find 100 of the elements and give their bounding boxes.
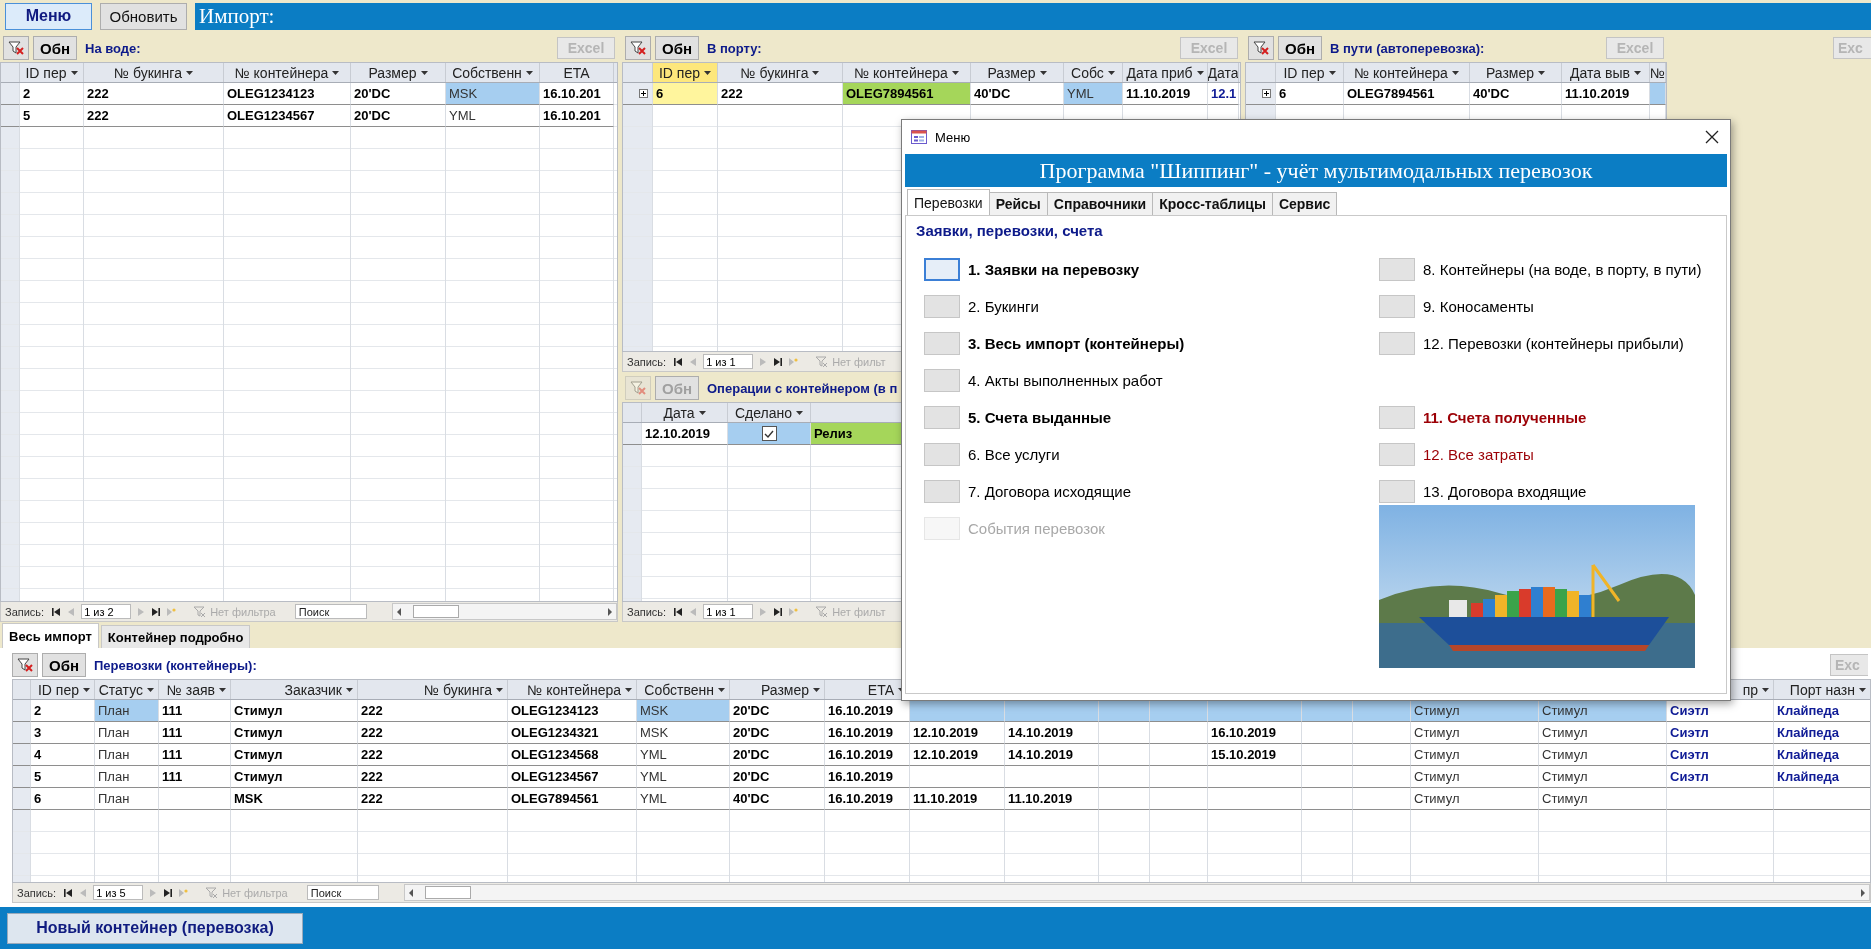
refresh-button[interactable]: Обн <box>655 36 699 60</box>
last-record-icon[interactable] <box>151 606 162 617</box>
first-record-icon[interactable] <box>673 356 684 367</box>
menu-item-label: 12. Все затраты <box>1423 445 1534 465</box>
tab[interactable]: Перевозки <box>907 189 990 215</box>
caret-icon[interactable] <box>1633 70 1641 75</box>
caret-icon[interactable] <box>185 70 193 75</box>
search-field[interactable]: Поиск <box>294 604 367 619</box>
tab[interactable]: Рейсы <box>988 192 1048 215</box>
menu-item-button[interactable] <box>924 258 960 281</box>
column-header[interactable]: Размер <box>971 63 1064 82</box>
caret-icon[interactable] <box>1859 687 1866 692</box>
expand-icon[interactable] <box>639 89 648 98</box>
scrollbar-thumb[interactable] <box>412 605 459 618</box>
refresh-button[interactable]: Обн <box>33 36 77 60</box>
last-record-icon[interactable] <box>163 887 174 898</box>
first-record-icon[interactable] <box>63 887 74 898</box>
caret-icon[interactable] <box>525 70 533 75</box>
new-container-button[interactable]: Новый контейнер (перевозка) <box>7 912 303 944</box>
caret-icon[interactable] <box>83 687 90 692</box>
column-header[interactable]: Собс <box>1064 63 1123 82</box>
caret-icon[interactable] <box>147 687 154 692</box>
column-header[interactable]: № заяв <box>159 680 231 699</box>
caret-icon[interactable] <box>346 687 353 692</box>
caret-icon[interactable] <box>1107 70 1115 75</box>
caret-icon[interactable] <box>332 70 340 75</box>
close-icon[interactable] <box>1705 130 1719 144</box>
caret-icon[interactable] <box>420 70 428 75</box>
caret-icon[interactable] <box>1538 70 1546 75</box>
caret-icon[interactable] <box>70 70 78 75</box>
caret-icon[interactable] <box>1328 70 1336 75</box>
record-position-field[interactable]: 1 из 1 <box>703 604 754 619</box>
caret-icon[interactable] <box>718 687 725 692</box>
caret-icon[interactable] <box>698 410 706 415</box>
record-position-field[interactable]: 1 из 1 <box>703 354 754 369</box>
clear-filter-button[interactable] <box>625 36 651 60</box>
caret-icon[interactable] <box>625 687 632 692</box>
table-cell: 6 <box>31 788 95 810</box>
first-record-icon[interactable] <box>51 606 62 617</box>
column-header[interactable]: ETA <box>540 63 614 82</box>
caret-icon[interactable] <box>219 687 226 692</box>
column-header[interactable]: ID пер <box>1276 63 1344 82</box>
horizontal-scrollbar[interactable] <box>391 603 617 620</box>
toolbar-button[interactable]: Обновить <box>100 2 187 30</box>
caret-icon[interactable] <box>951 70 959 75</box>
tab[interactable]: Справочники <box>1046 192 1154 215</box>
column-header[interactable]: № контейнера <box>843 63 971 82</box>
column-header[interactable]: Дата приб <box>1123 63 1208 82</box>
record-position-field[interactable]: 1 из 5 <box>93 885 144 900</box>
column-header[interactable]: № контейнера <box>508 680 637 699</box>
caret-icon[interactable] <box>796 410 804 415</box>
column-header[interactable]: ID пер <box>31 680 95 699</box>
scrollbar-thumb[interactable] <box>424 886 471 899</box>
caret-icon[interactable] <box>812 70 820 75</box>
caret-icon[interactable] <box>704 70 711 75</box>
column-header[interactable]: № <box>1650 63 1666 82</box>
column-header[interactable]: Сделано <box>728 403 811 422</box>
column-header[interactable]: ID пер <box>20 63 84 82</box>
clear-filter-button[interactable] <box>12 653 38 677</box>
caret-icon[interactable] <box>1762 687 1769 692</box>
column-header[interactable]: Собственн <box>446 63 540 82</box>
first-record-icon[interactable] <box>673 606 684 617</box>
column-header[interactable]: Статус <box>95 680 159 699</box>
tab[interactable]: Сервис <box>1271 192 1338 215</box>
expand-icon[interactable] <box>1262 89 1271 98</box>
caret-icon[interactable] <box>813 687 820 692</box>
tab[interactable]: Весь импорт <box>2 623 99 648</box>
column-header[interactable]: № букинга <box>358 680 508 699</box>
tab[interactable]: Контейнер подробно <box>100 625 251 648</box>
column-header[interactable]: Заказчик <box>231 680 358 699</box>
toolbar-button[interactable]: Меню <box>5 2 92 30</box>
caret-icon[interactable] <box>1039 70 1047 75</box>
clear-filter-button[interactable] <box>1248 36 1274 60</box>
column-header[interactable]: Размер <box>351 63 446 82</box>
search-field[interactable]: Поиск <box>306 885 379 900</box>
record-position-field[interactable]: 1 из 2 <box>81 604 132 619</box>
horizontal-scrollbar[interactable] <box>403 884 1870 901</box>
column-header[interactable]: Порт назн <box>1774 680 1870 699</box>
column-header[interactable]: Размер <box>1470 63 1562 82</box>
refresh-button[interactable]: Обн <box>1278 36 1322 60</box>
column-header[interactable]: Дата <box>642 403 728 422</box>
caret-icon[interactable] <box>1451 70 1459 75</box>
last-record-icon[interactable] <box>773 356 784 367</box>
caret-icon[interactable] <box>496 687 503 692</box>
last-record-icon[interactable] <box>773 606 784 617</box>
column-header[interactable]: ID пер <box>653 63 718 82</box>
column-header[interactable]: Собственн <box>637 680 730 699</box>
caret-icon[interactable] <box>1196 70 1204 75</box>
tab[interactable]: Кросс-таблицы <box>1152 192 1273 215</box>
column-header[interactable]: № букинга <box>84 63 224 82</box>
table-cell: Стимул <box>1411 700 1539 722</box>
column-header[interactable]: Дата <box>1208 63 1239 82</box>
column-header[interactable]: Размер <box>730 680 825 699</box>
column-header[interactable]: № контейнера <box>224 63 351 82</box>
refresh-button[interactable]: Обн <box>42 653 86 677</box>
column-header[interactable]: № контейнера <box>1344 63 1470 82</box>
clear-filter-button[interactable] <box>3 36 29 60</box>
column-header[interactable]: Дата выв <box>1562 63 1650 82</box>
checkbox[interactable] <box>761 426 777 441</box>
column-header[interactable]: № букинга <box>718 63 843 82</box>
